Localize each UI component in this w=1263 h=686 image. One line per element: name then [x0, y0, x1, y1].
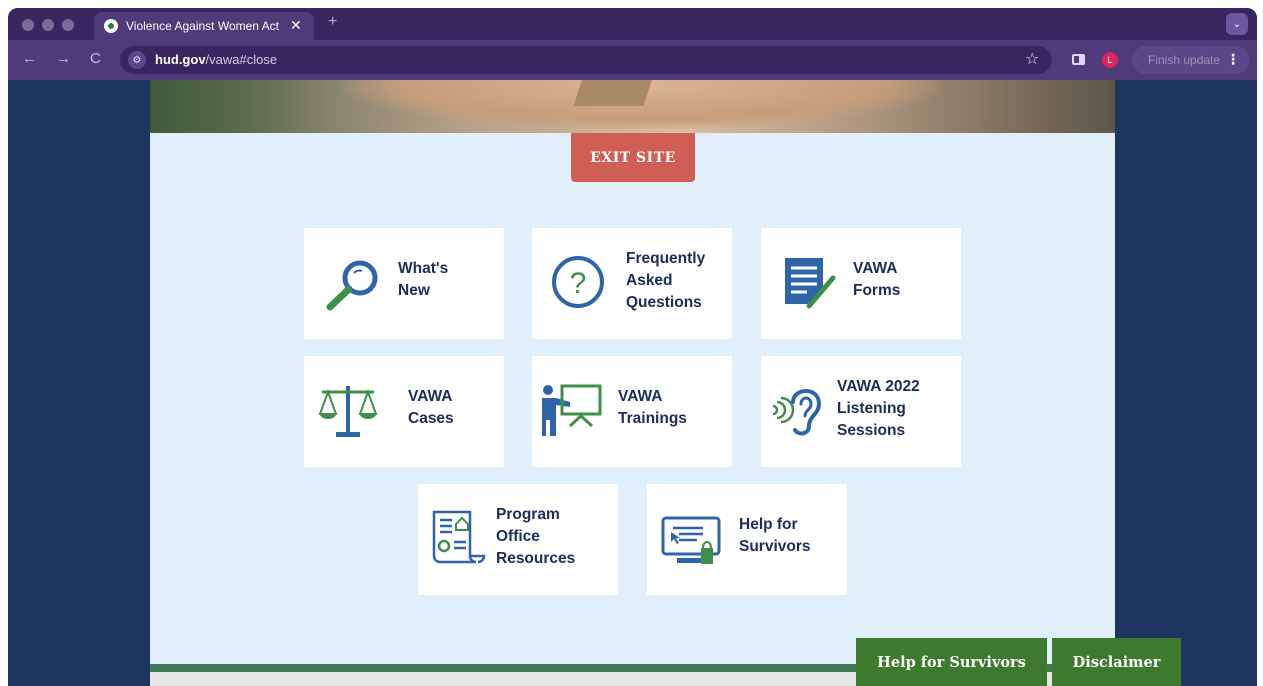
- exit-site-button[interactable]: EXIT SITE: [571, 133, 695, 182]
- url-domain: hud.gov: [155, 52, 206, 67]
- url-path: /vawa#close: [205, 52, 278, 67]
- maximize-window-button[interactable]: [62, 19, 74, 31]
- tile-listening-sessions[interactable]: VAWA 2022 Listening Sessions: [761, 356, 961, 467]
- scroll-document-icon: [432, 510, 486, 564]
- hero-house-box: [573, 80, 657, 106]
- tile-help-for-survivors[interactable]: Help for Survivors: [647, 484, 847, 595]
- tab-close-icon[interactable]: ✕: [290, 17, 302, 34]
- finish-update-button[interactable]: Finish update ⋮: [1132, 46, 1250, 74]
- browser-menu-icon[interactable]: ⋮: [1226, 51, 1240, 68]
- ear-icon: [772, 389, 822, 436]
- address-bar[interactable]: ⚙ hud.gov/vawa#close ☆: [120, 46, 1052, 74]
- tile-vawa-trainings[interactable]: VAWA Trainings: [532, 356, 732, 467]
- tab-title: Violence Against Women Act: [126, 19, 279, 33]
- svg-text:?: ?: [570, 267, 587, 300]
- minimize-window-button[interactable]: [42, 19, 54, 31]
- browser-tab[interactable]: Violence Against Women Act ✕: [94, 12, 314, 40]
- hud-favicon-icon: [104, 19, 118, 33]
- finish-update-label: Finish update: [1148, 53, 1221, 67]
- presenter-board-icon: [542, 384, 602, 436]
- tile-vawa-cases[interactable]: VAWA Cases: [304, 356, 504, 467]
- computer-screen-icon: [661, 516, 721, 564]
- help-for-survivors-button[interactable]: Help for Survivors: [856, 638, 1047, 686]
- tile-label: Help for Survivors: [739, 516, 811, 555]
- tile-label: VAWA Trainings: [618, 388, 687, 427]
- close-window-button[interactable]: [22, 19, 34, 31]
- tile-vawa-forms[interactable]: VAWA Forms: [761, 228, 961, 339]
- back-button[interactable]: ←: [22, 50, 37, 67]
- forward-button[interactable]: →: [56, 50, 71, 67]
- tile-label: What's New: [398, 260, 449, 299]
- tile-label: Program Office Resources: [496, 506, 576, 567]
- tab-bar: Violence Against Women Act ✕ + ⌄: [8, 8, 1257, 40]
- side-panel-icon[interactable]: [1072, 54, 1085, 65]
- reload-button[interactable]: C: [90, 50, 101, 67]
- tile-label: VAWA Forms: [853, 260, 901, 299]
- document-pen-icon: [785, 258, 836, 309]
- tile-label: Frequently Asked Questions: [626, 250, 706, 311]
- disclaimer-button[interactable]: Disclaimer: [1052, 638, 1181, 686]
- browser-window: Violence Against Women Act ✕ + ⌄ ← → C ⚙…: [8, 8, 1257, 686]
- tile-whats-new[interactable]: What's New: [304, 228, 504, 339]
- browser-toolbar: ← → C ⚙ hud.gov/vawa#close ☆ L Finish up…: [8, 40, 1257, 80]
- tile-faq[interactable]: ? Frequently Asked Questions: [532, 228, 732, 339]
- magnifier-icon: [326, 260, 378, 311]
- site-info-icon[interactable]: ⚙: [128, 51, 146, 69]
- page-viewport: EXIT SITE What's New ? Frequently Asked …: [8, 80, 1257, 686]
- scales-icon: [318, 386, 378, 437]
- new-tab-button[interactable]: +: [328, 13, 337, 31]
- bookmark-star-icon[interactable]: ☆: [1025, 49, 1039, 69]
- profile-avatar[interactable]: L: [1102, 52, 1118, 68]
- tab-search-button[interactable]: ⌄: [1226, 13, 1248, 35]
- question-circle-icon: ?: [552, 256, 604, 308]
- tile-program-office-resources[interactable]: Program Office Resources: [418, 484, 618, 595]
- tile-label: VAWA Cases: [408, 388, 454, 427]
- hero-image: [150, 80, 1115, 133]
- tile-label: VAWA 2022 Listening Sessions: [837, 378, 920, 439]
- url-text: hud.gov/vawa#close: [155, 52, 277, 67]
- main-content: EXIT SITE What's New ? Frequently Asked …: [150, 80, 1115, 686]
